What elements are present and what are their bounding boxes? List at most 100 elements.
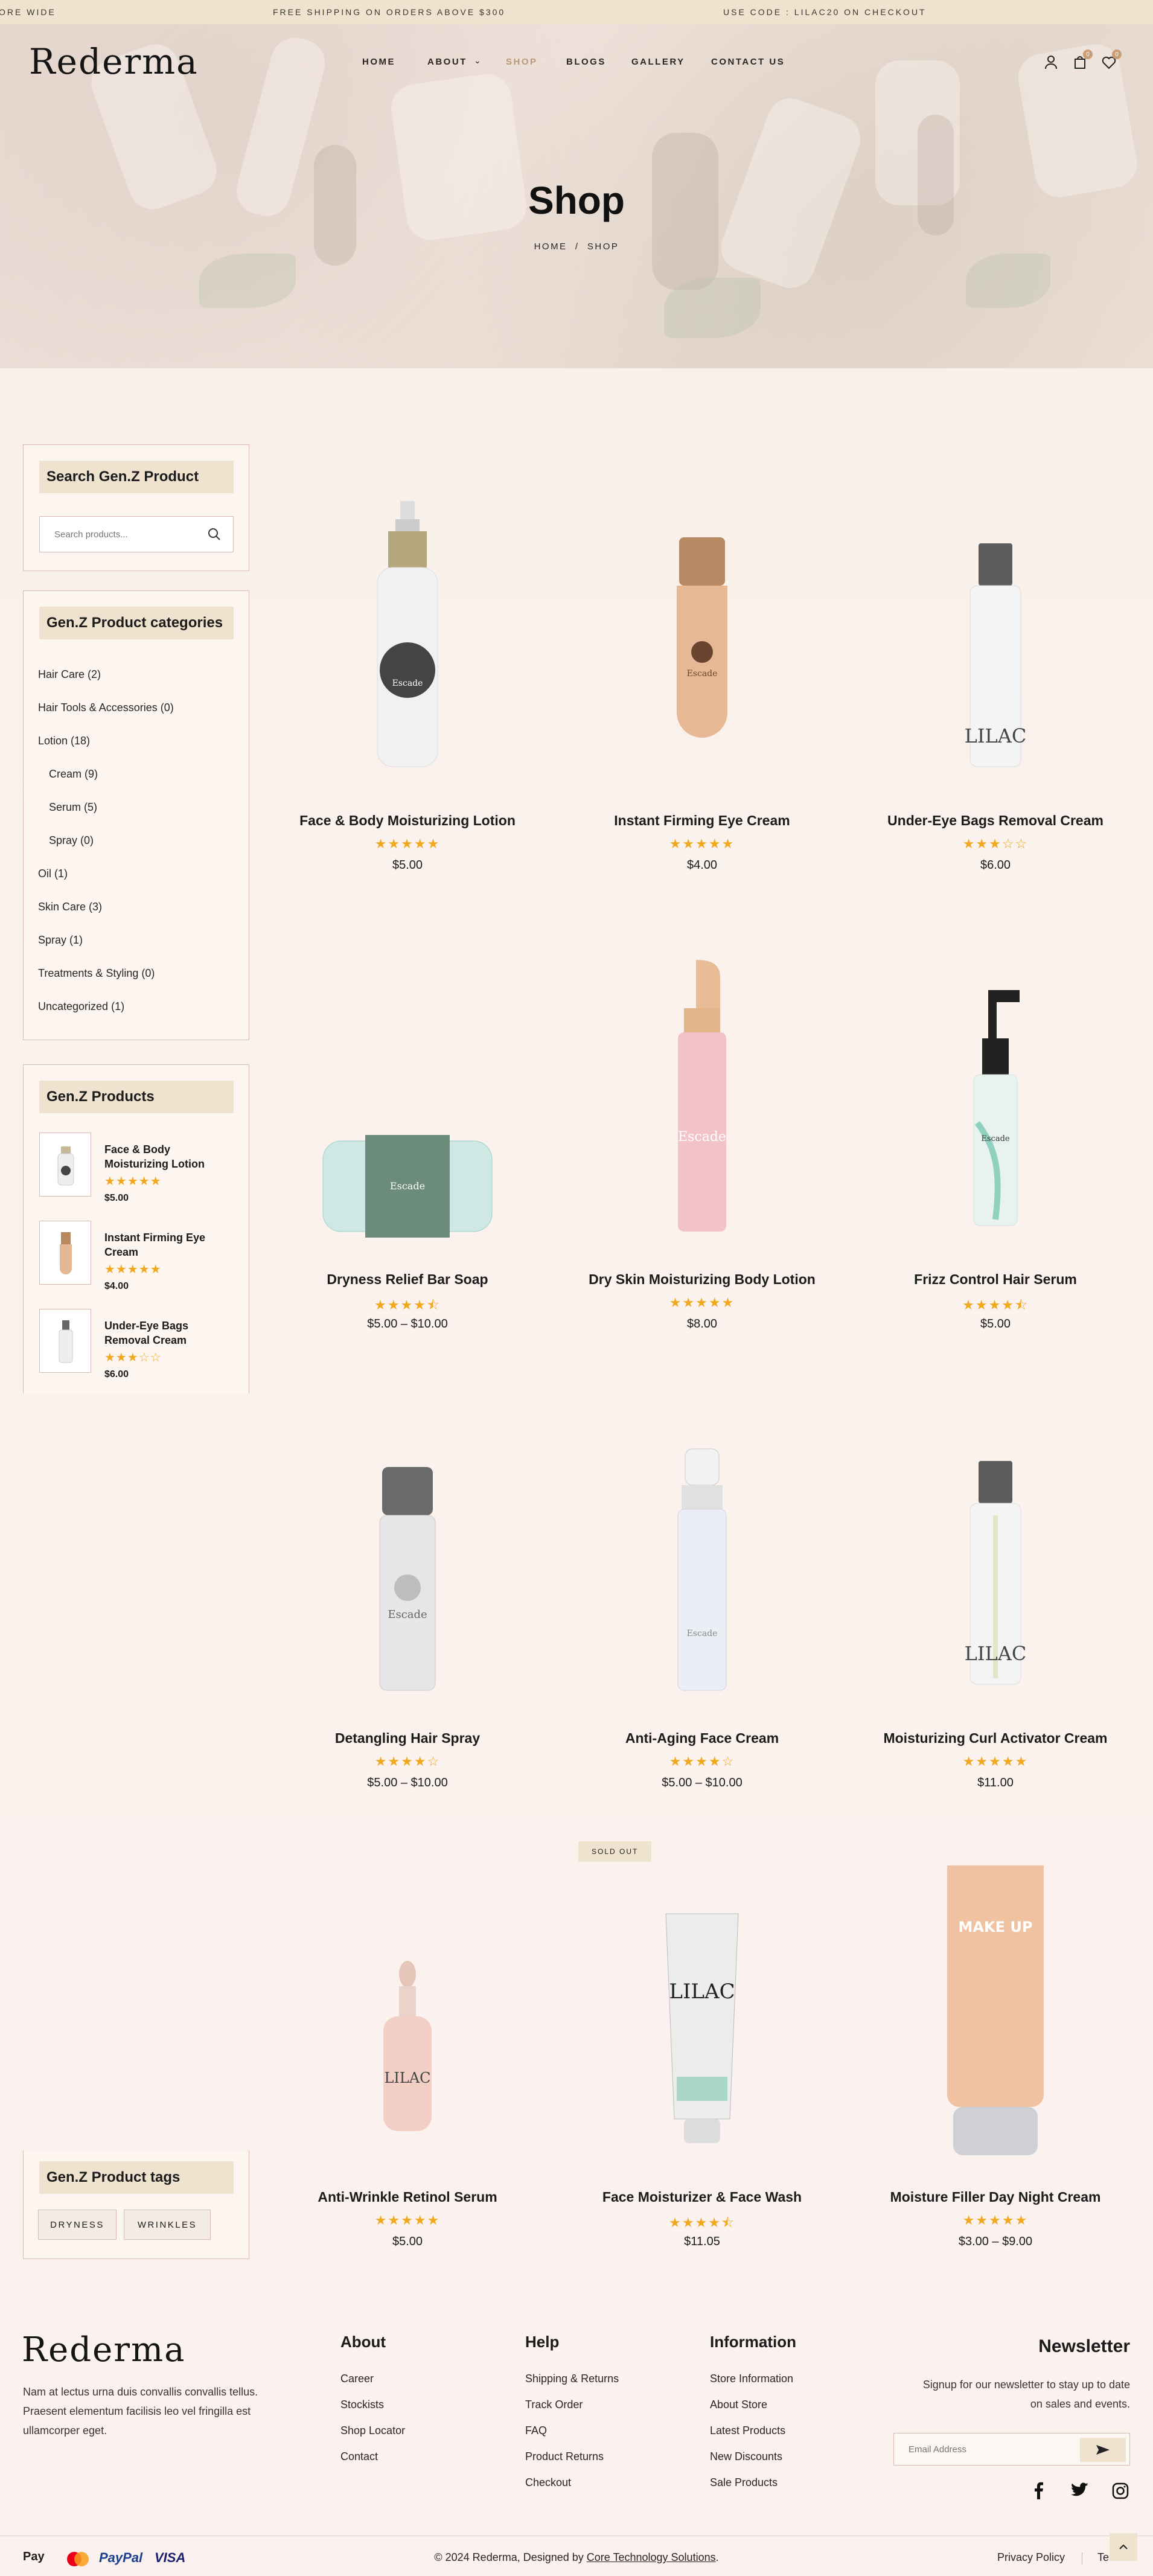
category-uncategorized[interactable]: Uncategorized (1) [38, 1000, 124, 1013]
category-hair-tools[interactable]: Hair Tools & Accessories (0) [38, 702, 174, 714]
product-image[interactable]: Escade [560, 447, 844, 803]
footer-link-contact[interactable]: Contact [340, 2450, 378, 2463]
footer-link-new-discounts[interactable]: New Discounts [710, 2450, 782, 2463]
nav-about[interactable]: ABOUT [427, 57, 467, 67]
facebook-icon[interactable] [1031, 2481, 1046, 2499]
search-input[interactable] [40, 517, 197, 552]
breadcrumb-current: SHOP [587, 241, 619, 252]
mini-product-name[interactable]: Instant Firming Eye Cream [104, 1230, 225, 1259]
product-image[interactable]: Escade [560, 906, 844, 1262]
designer-link[interactable]: Core Technology Solutions [587, 2551, 716, 2563]
breadcrumb: HOME / SHOP [0, 241, 1153, 252]
footer-link-product-returns[interactable]: Product Returns [525, 2450, 604, 2463]
product-card[interactable]: MAKE UP Moisture Filler Day Night Cream … [854, 1823, 1137, 2258]
nav-shop[interactable]: SHOP [506, 57, 538, 67]
cart-icon[interactable]: 0 [1071, 50, 1093, 71]
product-image[interactable]: MAKE UP [854, 1823, 1137, 2179]
twitter-icon[interactable] [1071, 2482, 1089, 2498]
category-lotion[interactable]: Lotion (18) [38, 735, 90, 747]
nav-gallery[interactable]: GALLERY [631, 57, 685, 67]
product-image[interactable]: Escade [266, 1364, 549, 1721]
category-spray[interactable]: Spray (1) [38, 934, 83, 947]
product-card[interactable]: Escade Dryness Relief Bar Soap ★★★★⯪ $5.… [266, 906, 549, 1340]
product-card[interactable]: Escade Detangling Hair Spray ★★★★☆ $5.00… [266, 1364, 549, 1799]
product-name[interactable]: Dry Skin Moisturizing Body Lotion [560, 1271, 844, 1288]
privacy-policy-link[interactable]: Privacy Policy [997, 2551, 1065, 2564]
product-card[interactable]: Escade Instant Firming Eye Cream ★★★★★ $… [560, 447, 844, 881]
mini-product-name[interactable]: Face & Body Moisturizing Lotion [104, 1142, 225, 1171]
product-image[interactable]: Escade [560, 1364, 844, 1721]
category-cream[interactable]: Cream (9) [49, 768, 98, 781]
product-image[interactable]: Escade [266, 906, 549, 1262]
footer-logo[interactable]: Rederma [22, 2330, 186, 2370]
mini-product-name[interactable]: Under-Eye Bags Removal Cream [104, 1318, 225, 1347]
svg-text:Escade: Escade [678, 1130, 726, 1145]
footer-link-shop-locator[interactable]: Shop Locator [340, 2424, 405, 2437]
category-serum[interactable]: Serum (5) [49, 801, 97, 814]
email-field[interactable] [894, 2434, 1075, 2465]
nav-contact[interactable]: CONTACT US [711, 57, 785, 67]
footer-link-store-info[interactable]: Store Information [710, 2373, 793, 2385]
wishlist-icon[interactable]: 0 [1100, 50, 1122, 71]
product-card[interactable]: LILAC Anti-Wrinkle Retinol Serum ★★★★★ $… [266, 1823, 549, 2258]
product-name[interactable]: Under-Eye Bags Removal Cream [854, 813, 1137, 829]
footer-link-career[interactable]: Career [340, 2373, 374, 2385]
cart-count-badge: 0 [1083, 50, 1093, 59]
product-image[interactable]: LILAC [560, 1823, 844, 2179]
category-oil[interactable]: Oil (1) [38, 868, 68, 880]
product-name[interactable]: Anti-Aging Face Cream [560, 1730, 844, 1747]
category-spray-sub[interactable]: Spray (0) [49, 834, 94, 847]
product-name[interactable]: Frizz Control Hair Serum [854, 1271, 1137, 1288]
footer-link-shipping[interactable]: Shipping & Returns [525, 2373, 619, 2385]
search-icon[interactable] [208, 528, 221, 541]
category-skin-care[interactable]: Skin Care (3) [38, 901, 102, 913]
footer-link-faq[interactable]: FAQ [525, 2424, 547, 2437]
product-name[interactable]: Moisture Filler Day Night Cream [854, 2189, 1137, 2205]
product-name[interactable]: Anti-Wrinkle Retinol Serum [266, 2189, 549, 2205]
product-card[interactable]: Escade Anti-Aging Face Cream ★★★★☆ $5.00… [560, 1364, 844, 1799]
mini-product-image[interactable] [39, 1221, 91, 1285]
footer-link-about-store[interactable]: About Store [710, 2399, 767, 2411]
back-to-top-button[interactable] [1110, 2533, 1137, 2561]
footer-link-stockists[interactable]: Stockists [340, 2399, 384, 2411]
footer-link-track-order[interactable]: Track Order [525, 2399, 583, 2411]
tag-wrinkles[interactable]: WRINKLES [124, 2210, 211, 2240]
footer-link-latest-products[interactable]: Latest Products [710, 2424, 785, 2437]
product-name[interactable]: Face Moisturizer & Face Wash [560, 2189, 844, 2205]
footer-link-sale-products[interactable]: Sale Products [710, 2476, 778, 2489]
product-name[interactable]: Instant Firming Eye Cream [560, 813, 844, 829]
announcement-bar: ORE WIDE FREE SHIPPING ON ORDERS ABOVE $… [0, 0, 1153, 24]
newsletter-form [893, 2433, 1130, 2466]
product-card[interactable]: Escade Face & Body Moisturizing Lotion ★… [266, 447, 549, 881]
nav-home[interactable]: HOME [362, 57, 395, 67]
site-logo[interactable]: Rederma [29, 41, 199, 82]
product-name[interactable]: Moisturizing Curl Activator Cream [854, 1730, 1137, 1747]
instagram-icon[interactable] [1112, 2482, 1129, 2499]
send-icon [1096, 2445, 1110, 2455]
product-image[interactable]: Escade [854, 906, 1137, 1262]
mini-product-image[interactable] [39, 1133, 91, 1197]
product-card[interactable]: LILAC Moisturizing Curl Activator Cream … [854, 1364, 1137, 1799]
mini-product-image[interactable] [39, 1309, 91, 1373]
product-name[interactable]: Dryness Relief Bar Soap [266, 1271, 549, 1288]
breadcrumb-home[interactable]: HOME [534, 241, 567, 252]
product-image[interactable]: Escade [266, 447, 549, 803]
svg-text:LILAC: LILAC [965, 724, 1027, 747]
product-card[interactable]: Escade Dry Skin Moisturizing Body Lotion… [560, 906, 844, 1340]
product-image[interactable]: LILAC [266, 1823, 549, 2179]
tag-dryness[interactable]: DRYNESS [38, 2210, 117, 2240]
product-image[interactable]: LILAC [854, 1364, 1137, 1721]
product-name[interactable]: Detangling Hair Spray [266, 1730, 549, 1747]
product-name[interactable]: Face & Body Moisturizing Lotion [266, 813, 549, 829]
footer-link-checkout[interactable]: Checkout [525, 2476, 571, 2489]
nav-blogs[interactable]: BLOGS [566, 57, 606, 67]
newsletter-submit-button[interactable] [1080, 2438, 1126, 2462]
svg-text:Escade: Escade [390, 1180, 425, 1192]
product-image[interactable]: LILAC [854, 447, 1137, 803]
category-hair-care[interactable]: Hair Care (2) [38, 668, 101, 681]
account-icon[interactable] [1042, 53, 1060, 71]
product-card[interactable]: LILAC Under-Eye Bags Removal Cream ★★★☆☆… [854, 447, 1137, 881]
category-treatments[interactable]: Treatments & Styling (0) [38, 967, 155, 980]
product-card[interactable]: Escade Frizz Control Hair Serum ★★★★⯪ $5… [854, 906, 1137, 1340]
product-card[interactable]: SOLD OUT LILAC Face Moisturizer & Face W… [560, 1823, 844, 2258]
